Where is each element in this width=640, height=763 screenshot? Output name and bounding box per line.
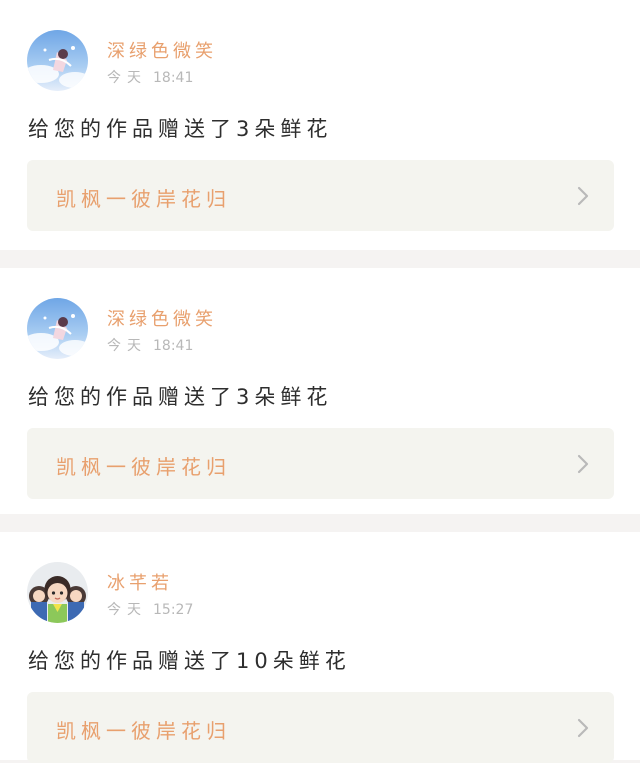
timestamp-time: 15:27 [153,602,194,618]
gift-message: 给您的作品赠送了3朵鲜花 [28,385,333,409]
gift-notification-card: 深绿色微笑 今天 18:41 给您的作品赠送了3朵鲜花 凯枫一彼岸花归 [0,268,640,514]
username[interactable]: 深绿色微笑 [107,37,217,63]
user-avatar[interactable] [27,562,88,623]
timestamp: 今天 18:41 [107,67,193,87]
gift-notification-card: 深绿色微笑 今天 18:41 给您的作品赠送了3朵鲜花 凯枫一彼岸花归 [0,0,640,250]
work-link[interactable]: 凯枫一彼岸花归 [27,160,614,231]
gift-message: 给您的作品赠送了10朵鲜花 [28,649,351,673]
chevron-right-icon [576,185,590,207]
chevron-right-icon [576,717,590,739]
work-title: 凯枫一彼岸花归 [56,455,231,479]
notification-feed: 深绿色微笑 今天 18:41 给您的作品赠送了3朵鲜花 凯枫一彼岸花归 深绿色微… [0,0,640,763]
work-title: 凯枫一彼岸花归 [56,187,231,211]
user-avatar[interactable] [27,30,88,91]
work-title: 凯枫一彼岸花归 [56,719,231,743]
username[interactable]: 深绿色微笑 [107,305,217,331]
work-link[interactable]: 凯枫一彼岸花归 [27,428,614,499]
timestamp: 今天 15:27 [107,599,193,619]
chevron-right-icon [576,453,590,475]
timestamp-day: 今天 [107,70,147,86]
gift-message: 给您的作品赠送了3朵鲜花 [28,117,333,141]
gift-notification-card: 冰芊若 今天 15:27 给您的作品赠送了10朵鲜花 凯枫一彼岸花归 [0,532,640,763]
timestamp-day: 今天 [107,338,147,354]
username[interactable]: 冰芊若 [107,569,173,595]
work-link[interactable]: 凯枫一彼岸花归 [27,692,614,763]
user-avatar[interactable] [27,298,88,359]
timestamp-day: 今天 [107,602,147,618]
timestamp: 今天 18:41 [107,335,193,355]
timestamp-time: 18:41 [153,338,194,354]
timestamp-time: 18:41 [153,70,194,86]
